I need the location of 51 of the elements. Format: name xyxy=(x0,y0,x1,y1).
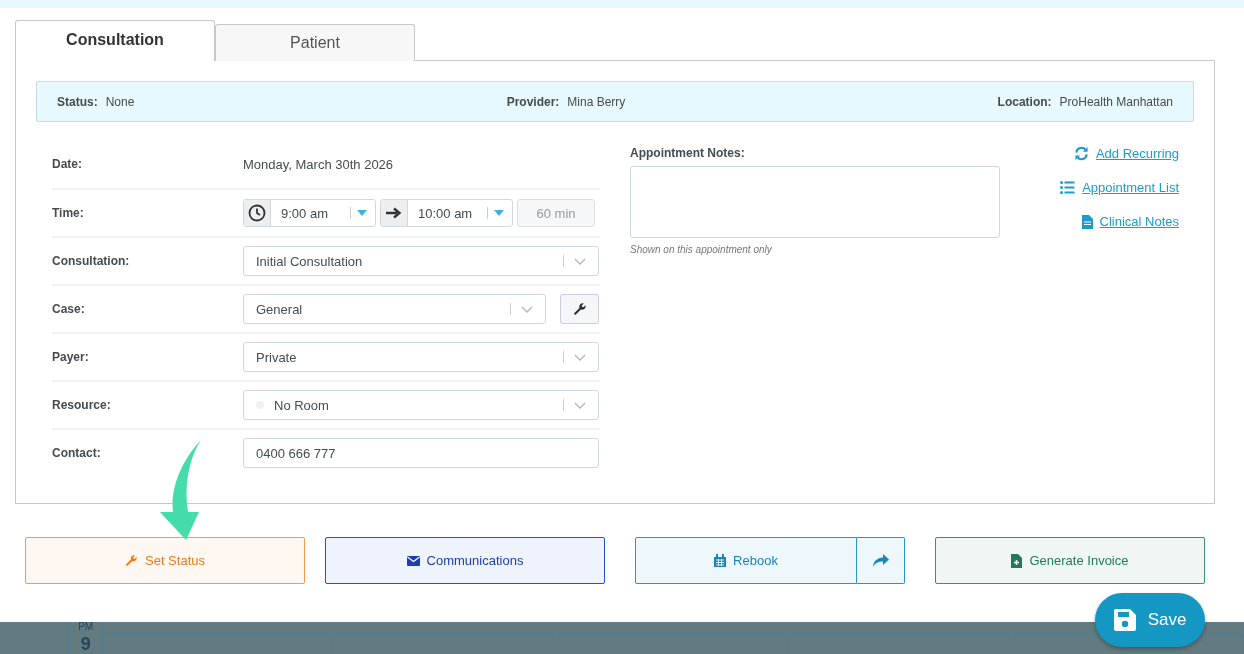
contact-field[interactable]: 0400 666 777 xyxy=(243,438,599,468)
chevron-down-icon xyxy=(574,257,586,265)
period-label: PM xyxy=(78,622,94,632)
tab[interactable]: Consultation xyxy=(15,20,215,61)
info-value: None xyxy=(105,94,135,109)
chevron-down-icon xyxy=(574,353,586,361)
invoice-button[interactable]: Generate Invoice xyxy=(935,537,1205,584)
refresh-icon xyxy=(1073,146,1089,161)
notes-field[interactable] xyxy=(630,166,1000,238)
share-arrow-icon xyxy=(872,554,889,567)
field-label: Resource: xyxy=(52,398,112,412)
notes-label: Appointment Notes: xyxy=(630,146,746,160)
document-icon xyxy=(1081,214,1093,229)
document-plus-icon xyxy=(1011,553,1023,568)
share-button[interactable] xyxy=(857,537,905,584)
notes-hint: Shown on this appointment only xyxy=(630,244,773,255)
field-label: Time: xyxy=(52,206,85,220)
duration-field: 60 min xyxy=(517,199,595,227)
clock-icon xyxy=(248,204,266,222)
end-time-select[interactable]: 10:00 am xyxy=(380,199,513,227)
caret-icon xyxy=(357,210,367,216)
start-time-select[interactable]: 9:00 am xyxy=(243,199,376,227)
field-label: Contact: xyxy=(52,446,102,460)
caret-icon xyxy=(494,210,504,216)
wrench-icon xyxy=(125,554,138,567)
wrench-icon xyxy=(572,302,587,316)
list-icon xyxy=(1060,181,1076,194)
tab[interactable]: Patient xyxy=(215,24,415,61)
communications-button[interactable]: Communications xyxy=(325,537,605,584)
select-field[interactable]: Private xyxy=(243,342,599,372)
field-label: Consultation: xyxy=(52,254,131,268)
chevron-down-icon xyxy=(521,305,533,313)
select-field[interactable]: Initial Consultation xyxy=(243,246,599,276)
info-value: ProHealth Manhattan xyxy=(1059,94,1173,109)
calendar-icon xyxy=(714,554,727,567)
date-value: Monday, March 30th 2026 xyxy=(243,156,394,172)
arrow-right-icon xyxy=(386,207,402,219)
rebook-button[interactable]: Rebook xyxy=(635,537,857,584)
select-field[interactable]: General xyxy=(243,294,546,324)
hour-label: 9 xyxy=(80,635,91,653)
field-label: Payer: xyxy=(52,350,90,364)
field-label: Date: xyxy=(52,157,83,171)
info-value: Mina Berry xyxy=(567,94,626,109)
info-label: Provider: xyxy=(506,94,560,109)
wrench-button[interactable] xyxy=(560,294,599,324)
info-label: Location: xyxy=(997,94,1052,109)
chevron-down-icon xyxy=(574,401,586,409)
info-label: Status: xyxy=(57,94,98,109)
envelope-icon xyxy=(406,555,420,566)
select-field[interactable]: No Room xyxy=(243,390,599,420)
field-label: Case: xyxy=(52,302,86,316)
